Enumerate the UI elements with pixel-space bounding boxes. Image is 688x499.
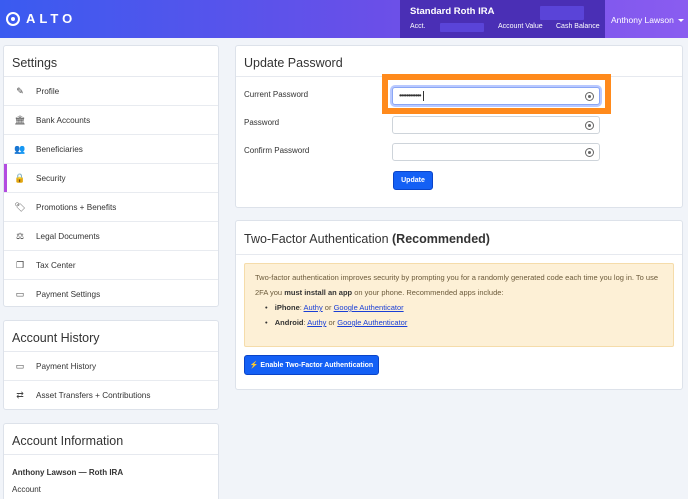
sidebar-item-label: Profile bbox=[36, 86, 60, 96]
highlight-box bbox=[382, 74, 611, 114]
two-factor-card: Two-Factor Authentication (Recommended) … bbox=[235, 220, 683, 390]
sidebar-item-label: Payment History bbox=[36, 361, 97, 371]
top-navbar: ALTO Standard Roth IRA Acct. Account Val… bbox=[0, 0, 688, 38]
confirm-password-label: Confirm Password bbox=[244, 146, 310, 155]
two-factor-info-alert: Two-factor authentication improves secur… bbox=[244, 263, 674, 347]
password-label: Password bbox=[244, 118, 280, 127]
settings-title: Settings bbox=[4, 46, 218, 77]
sidebar-item-label: Security bbox=[36, 173, 66, 183]
google-authenticator-link[interactable]: Google Authenticator bbox=[337, 318, 407, 327]
logo-text: ALTO bbox=[26, 11, 77, 26]
account-information-card: Account Information Anthony Lawson — Rot… bbox=[3, 423, 219, 499]
update-button[interactable]: Update bbox=[393, 171, 433, 190]
sidebar-item-legal-documents[interactable]: ⚖ Legal Documents bbox=[4, 222, 218, 251]
account-history-title: Account History bbox=[4, 321, 218, 352]
account-summary-panel[interactable]: Standard Roth IRA Acct. Account Value Ca… bbox=[400, 0, 605, 38]
reveal-password-icon[interactable] bbox=[585, 121, 594, 130]
user-name: Anthony Lawson bbox=[611, 15, 674, 25]
exchange-icon: ⇄ bbox=[16, 390, 24, 400]
sidebar-item-payment-history[interactable]: ▭ Payment History bbox=[4, 352, 218, 381]
lock-icon: 🔒 bbox=[14, 172, 26, 183]
sidebar-item-label: Payment Settings bbox=[36, 290, 101, 299]
bank-icon: 🏛 bbox=[14, 114, 26, 125]
account-history-card: Account History ▭ Payment History ⇄ Asse… bbox=[3, 320, 219, 410]
sidebar-item-bank-accounts[interactable]: 🏛 Bank Accounts bbox=[4, 106, 218, 135]
sidebar-item-label: Promotions + Benefits bbox=[36, 202, 117, 212]
sidebar-item-asset-transfers[interactable]: ⇄ Asset Transfers + Contributions bbox=[4, 381, 218, 410]
account-information-title: Account Information bbox=[4, 424, 218, 455]
sidebar-item-security[interactable]: 🔒 Security bbox=[4, 164, 218, 193]
credit-card-icon: ▭ bbox=[15, 289, 25, 299]
two-factor-title: Two-Factor Authentication (Recommended) bbox=[236, 221, 682, 255]
sidebar-item-tax-center[interactable]: ❐ Tax Center bbox=[4, 251, 218, 280]
update-password-title: Update Password bbox=[236, 46, 682, 77]
alto-logo[interactable]: ALTO bbox=[6, 11, 76, 26]
sidebar-item-label: Bank Accounts bbox=[36, 115, 91, 125]
list-item-iphone: iPhone: Authy or Google Authenticator bbox=[265, 300, 663, 315]
gavel-icon: ⚖ bbox=[15, 230, 25, 241]
account-type-label: Account bbox=[12, 485, 41, 494]
update-password-card: Update Password Current Password •••••••… bbox=[235, 45, 683, 208]
sidebar-item-promotions[interactable]: 🏷 Promotions + Benefits bbox=[4, 193, 218, 222]
authy-link[interactable]: Authy bbox=[307, 318, 326, 327]
redacted-account-number bbox=[440, 23, 484, 32]
account-holder-name: Anthony Lawson — Roth IRA bbox=[12, 468, 124, 477]
user-menu[interactable]: Anthony Lawson bbox=[611, 15, 684, 25]
settings-card: Settings ✎ Profile 🏛 Bank Accounts 👥 Ben… bbox=[3, 45, 219, 307]
account-name: Standard Roth IRA bbox=[410, 6, 495, 17]
sidebar-item-label: Beneficiaries bbox=[36, 144, 83, 154]
current-password-label: Current Password bbox=[244, 90, 309, 99]
acct-label: Acct. bbox=[410, 23, 426, 30]
edit-icon: ✎ bbox=[16, 85, 24, 96]
chevron-down-icon bbox=[677, 18, 684, 22]
credit-card-icon: ▭ bbox=[15, 360, 25, 371]
sidebar-item-label: Asset Transfers + Contributions bbox=[36, 391, 151, 400]
sidebar-item-label: Legal Documents bbox=[36, 231, 100, 241]
redacted-account-value bbox=[540, 6, 584, 20]
account-value-label: Account Value bbox=[498, 23, 543, 30]
sidebar-item-beneficiaries[interactable]: 👥 Beneficiaries bbox=[4, 135, 218, 164]
confirm-password-input[interactable] bbox=[392, 143, 600, 161]
tag-icon: 🏷 bbox=[14, 201, 26, 212]
authy-link[interactable]: Authy bbox=[304, 303, 323, 312]
logo-icon bbox=[6, 11, 20, 26]
copy-icon: ❐ bbox=[15, 259, 25, 270]
sidebar-item-payment-settings[interactable]: ▭ Payment Settings bbox=[4, 280, 218, 309]
list-item-android: Android: Authy or Google Authenticator bbox=[265, 315, 663, 330]
users-icon: 👥 bbox=[14, 143, 26, 154]
sidebar-item-label: Tax Center bbox=[36, 260, 76, 270]
enable-two-factor-button[interactable]: ⚡ Enable Two-Factor Authentication bbox=[244, 355, 379, 375]
google-authenticator-link[interactable]: Google Authenticator bbox=[334, 303, 404, 312]
sidebar-item-profile[interactable]: ✎ Profile bbox=[4, 77, 218, 106]
cash-balance-label: Cash Balance bbox=[556, 23, 600, 30]
new-password-input[interactable] bbox=[392, 116, 600, 134]
reveal-password-icon[interactable] bbox=[585, 148, 594, 157]
